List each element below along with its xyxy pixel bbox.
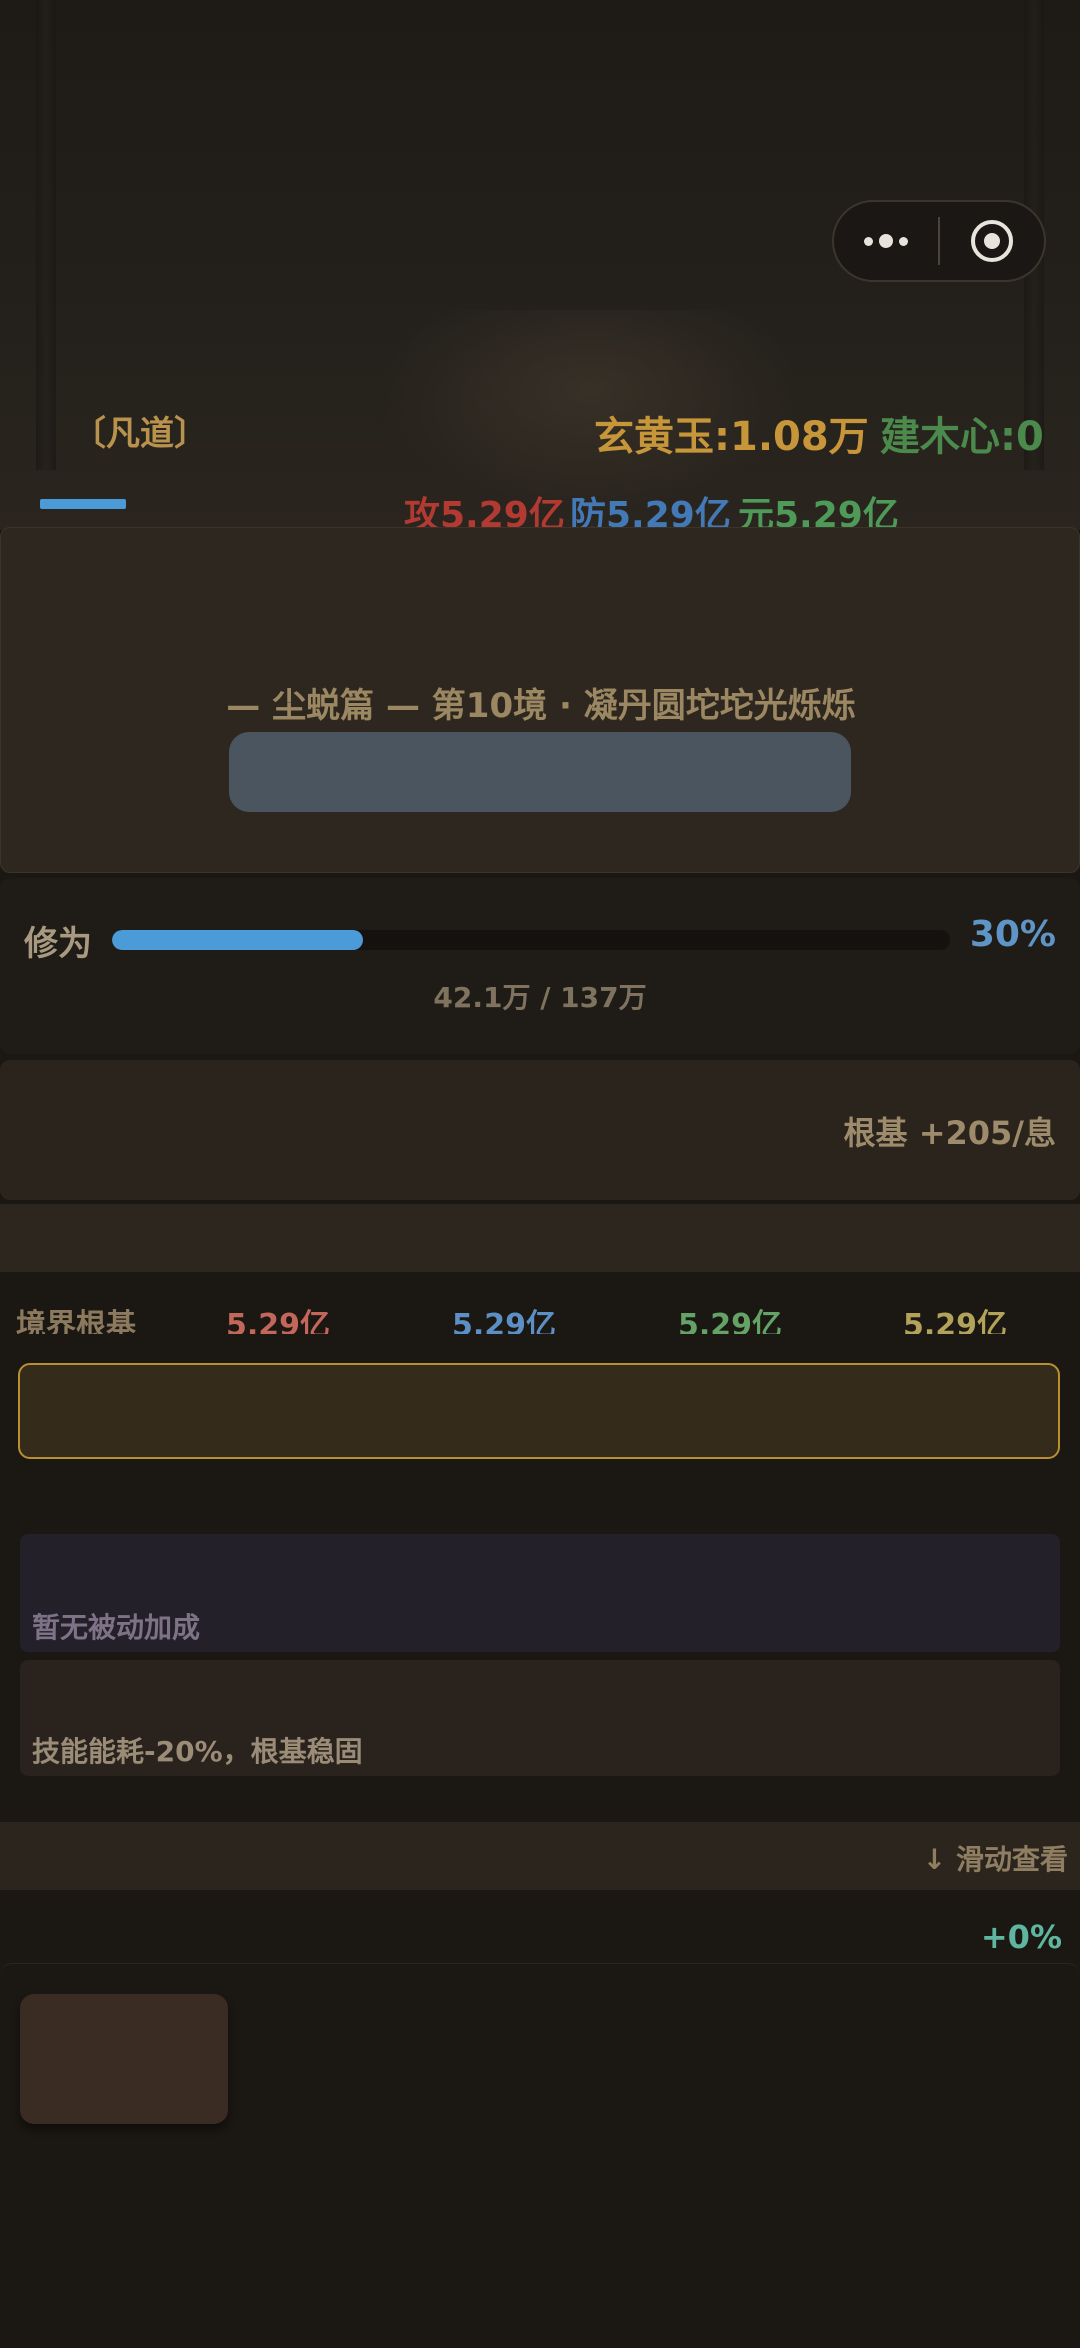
bottom-panel <box>0 1963 1080 2348</box>
dot-icon <box>864 236 873 246</box>
cultivation-count: 42.1万 / 137万 <box>433 981 647 1014</box>
cultivation-progress-fill <box>112 930 364 950</box>
realm-title: — 尘蜕篇 — 第10境 · 凝丹圆坨坨光烁烁 <box>226 686 856 726</box>
cultivation-label: 修为 <box>24 924 92 964</box>
cultivation-panel: 修为 30% 42.1万 / 137万 <box>0 878 1080 1054</box>
scroll-ornament-left <box>36 0 56 470</box>
item-card[interactable] <box>20 1994 228 2124</box>
foundation-row: 境界根基 5.29亿 5.29亿 5.29亿 5.29亿 <box>0 1300 1080 1334</box>
skill-effect-box: 技能能耗-20%，根基稳固 <box>20 1660 1060 1776</box>
foundation-value-yuan: 5.29亿 <box>678 1308 783 1334</box>
foundation-value-other: 5.29亿 <box>903 1308 1008 1334</box>
scroll-hint: ↓ 滑动查看 <box>922 1843 1068 1876</box>
divider-strip <box>0 1204 1080 1272</box>
dot-icon <box>899 236 908 246</box>
foundation-panel: 根基 +205/息 <box>0 1060 1080 1200</box>
cultivation-percent: 30% <box>969 914 1056 955</box>
passive-bonus-box: 暂无被动加成 <box>20 1534 1060 1652</box>
tab-indicator <box>40 499 126 509</box>
foundation-row-label: 境界根基 <box>16 1308 136 1334</box>
bonus-percent-badge: +0% <box>980 1918 1062 1956</box>
miniprogram-capsule <box>832 200 1046 282</box>
breakthrough-button[interactable] <box>229 732 851 812</box>
currency-wood: 建木心:0 <box>880 414 1044 460</box>
foundation-rate: 根基 +205/息 <box>843 1114 1056 1152</box>
cultivation-progress-bar <box>112 930 950 950</box>
scroll-hint-strip: ↓ 滑动查看 <box>0 1822 1080 1890</box>
foundation-value-defense: 5.29亿 <box>452 1308 557 1334</box>
target-icon <box>970 220 1013 262</box>
highlight-slot[interactable] <box>18 1363 1060 1459</box>
more-menu-button[interactable] <box>834 202 938 280</box>
realm-tag: 〔凡道〕 <box>72 414 208 454</box>
passive-empty-text: 暂无被动加成 <box>32 1611 201 1644</box>
currency-jade: 玄黄玉:1.08万 <box>594 414 869 460</box>
close-miniprogram-button[interactable] <box>940 202 1044 280</box>
foundation-value-attack: 5.29亿 <box>226 1308 331 1334</box>
realm-panel: — 尘蜕篇 — 第10境 · 凝丹圆坨坨光烁烁 <box>0 527 1080 873</box>
skill-effect-text: 技能能耗-20%，根基稳固 <box>32 1735 363 1768</box>
dot-icon <box>879 234 893 248</box>
